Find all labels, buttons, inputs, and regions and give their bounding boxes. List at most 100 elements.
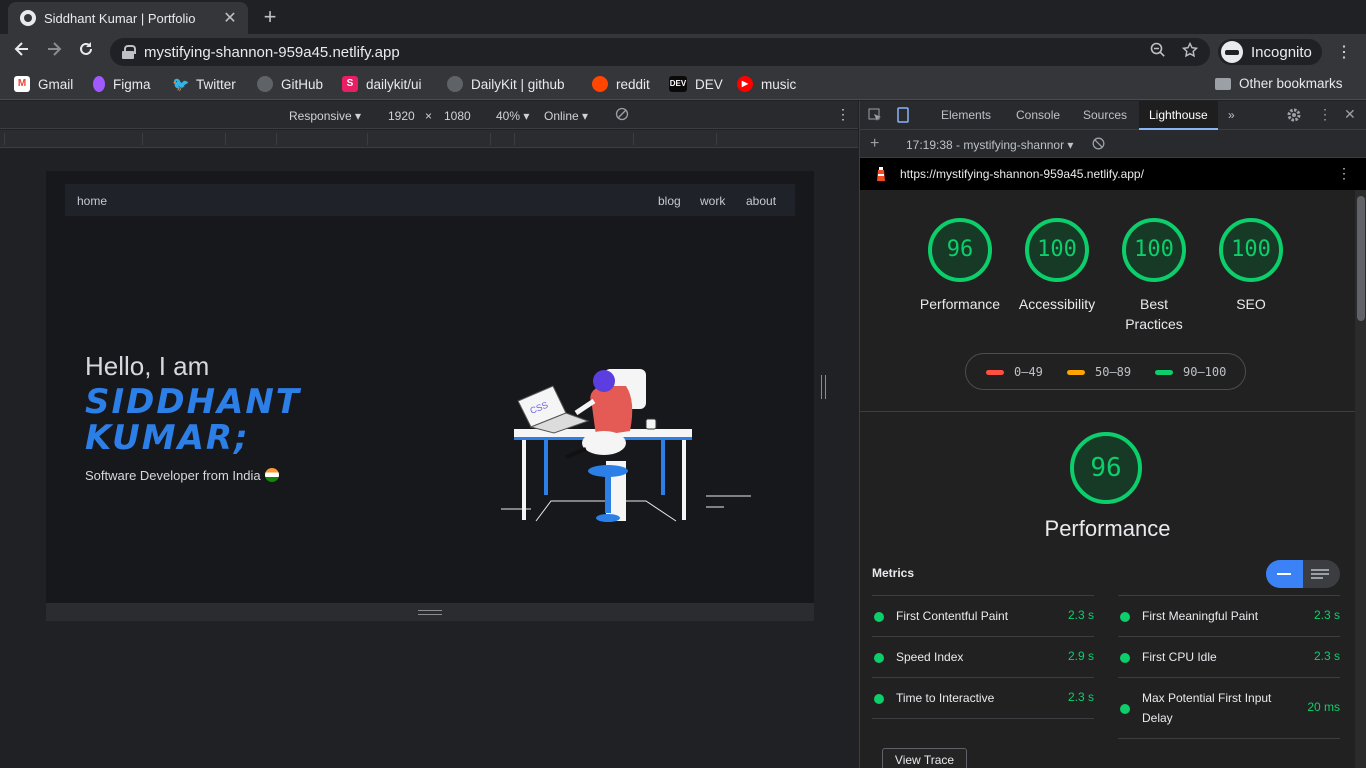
developer-illustration: CSS — [501, 369, 751, 522]
lock-icon[interactable] — [122, 45, 136, 59]
bookmarks-bar: M Gmail Figma 🐦 Twitter GitHub Sdailykit/u… — [0, 70, 1366, 100]
browser-toolbar: mystifying-shannon-959a45.netlify.app In… — [0, 34, 1366, 70]
device-toolbar-more-icon[interactable]: ⋮ — [836, 106, 850, 123]
height-resize-handle[interactable] — [418, 610, 442, 615]
legend-fail-range: 0–49 — [1014, 365, 1043, 379]
media-query-ruler[interactable] — [0, 130, 858, 148]
legend-average-range: 50–89 — [1095, 365, 1132, 379]
pass-dot-icon — [874, 653, 884, 663]
bookmark-dailykit-github[interactable]: DailyKit | github — [447, 76, 565, 92]
devtools-tab-bar: Elements Console Sources Lighthouse » ⋮ … — [860, 101, 1366, 130]
viewport-height-input[interactable]: 1080 — [444, 109, 471, 123]
browser-menu-icon[interactable]: ⋮ — [1336, 42, 1352, 62]
hero-greeting: Hello, I am — [85, 351, 210, 381]
back-icon[interactable] — [10, 40, 34, 64]
score-gauge: 96 — [928, 218, 992, 282]
score-best-practices[interactable]: 100 Best Practices — [1099, 218, 1209, 334]
bookmark-figma[interactable]: Figma — [93, 76, 151, 92]
legend-fail-swatch — [986, 370, 1004, 375]
report-select[interactable]: 17:19:38 - mystifying-shannor ▾ — [906, 138, 1073, 152]
bookmark-reddit[interactable]: reddit — [592, 76, 650, 92]
tab-lighthouse[interactable]: Lighthouse — [1139, 101, 1218, 130]
lighthouse-logo-icon — [874, 166, 888, 185]
nav-home-link[interactable]: home — [77, 194, 107, 208]
bookmark-star-icon[interactable] — [1181, 41, 1199, 62]
folder-icon — [1215, 77, 1231, 90]
bookmark-dailykit-ui[interactable]: Sdailykit/ui — [342, 76, 422, 92]
report-menu-icon[interactable]: ⋮ — [1337, 165, 1351, 182]
browser-tab[interactable]: Siddhant Kumar | Portfolio ✕ — [8, 2, 248, 34]
report-url[interactable]: https://mystifying-shannon-959a45.netlif… — [900, 167, 1144, 181]
dailykit-icon: S — [342, 76, 358, 92]
tab-sources[interactable]: Sources — [1073, 101, 1137, 130]
scrollbar-thumb[interactable] — [1357, 196, 1365, 321]
nav-about-link[interactable]: about — [746, 194, 776, 208]
metrics-view-toggle[interactable] — [1266, 560, 1340, 588]
portfolio-page: home blog work about Hello, I am SIDDHAN… — [46, 171, 814, 603]
score-label: Best Practices — [1125, 296, 1183, 332]
metric-first-meaningful-paint: First Meaningful Paint 2.3 s — [1118, 595, 1340, 636]
clear-reports-icon[interactable] — [1092, 137, 1105, 153]
pass-dot-icon — [1120, 704, 1130, 714]
pass-dot-icon — [1120, 653, 1130, 663]
forward-icon[interactable] — [42, 40, 66, 64]
score-label: Performance — [919, 296, 1001, 312]
more-tabs-icon[interactable]: » — [1218, 101, 1245, 130]
tab-title: Siddhant Kumar | Portfolio — [44, 10, 196, 26]
nav-work-link[interactable]: work — [700, 194, 725, 208]
tab-elements[interactable]: Elements — [931, 101, 1001, 130]
settings-gear-icon[interactable] — [1286, 107, 1302, 126]
score-accessibility[interactable]: 100 Accessibility — [1002, 218, 1112, 314]
close-tab-icon[interactable]: ✕ — [222, 8, 238, 28]
metric-max-potential-fid: Max Potential First Input Delay 20 ms — [1118, 677, 1340, 739]
network-throttle-select[interactable]: Online ▾ — [544, 109, 588, 123]
bookmark-twitter[interactable]: 🐦 Twitter — [172, 76, 236, 92]
score-gauge: 100 — [1025, 218, 1089, 282]
bookmark-music[interactable]: ▶ music — [737, 76, 796, 92]
report-url-bar: https://mystifying-shannon-959a45.netlif… — [860, 158, 1366, 190]
hero-subtitle: Software Developer from India — [85, 468, 279, 483]
score-label: SEO — [1236, 296, 1266, 312]
hero-name: SIDDHANT KUMAR; — [85, 384, 301, 456]
section-divider — [860, 411, 1355, 412]
metric-time-to-interactive: Time to Interactive 2.3 s — [872, 677, 1094, 719]
metric-first-cpu-idle: First CPU Idle 2.3 s — [1118, 636, 1340, 677]
tab-console[interactable]: Console — [1006, 101, 1070, 130]
device-mode-select[interactable]: Responsive ▾ — [289, 109, 361, 123]
device-toggle-icon[interactable] — [896, 107, 910, 126]
view-trace-button[interactable]: View Trace — [882, 748, 967, 768]
device-toolbar: Responsive ▾ 1920 × 1080 40% ▾ Online ▾ … — [0, 101, 858, 129]
close-devtools-icon[interactable]: ✕ — [1344, 106, 1356, 123]
score-legend: 0–49 50–89 90–100 — [965, 353, 1246, 390]
pass-dot-icon — [1120, 612, 1130, 622]
inspect-element-icon[interactable] — [868, 108, 882, 125]
viewport-width-input[interactable]: 1920 — [388, 109, 415, 123]
zoom-select[interactable]: 40% ▾ — [496, 109, 529, 123]
new-tab-button[interactable]: + — [258, 5, 282, 29]
gmail-icon: M — [14, 76, 30, 92]
zoom-icon[interactable] — [1150, 42, 1166, 62]
metrics-heading: Metrics — [872, 566, 915, 580]
incognito-label: Incognito — [1251, 43, 1312, 61]
legend-average-swatch — [1067, 370, 1085, 375]
github-icon — [257, 76, 273, 92]
devtools-menu-icon[interactable]: ⋮ — [1318, 106, 1332, 123]
bookmark-github[interactable]: GitHub — [257, 76, 323, 92]
report-scrollbar[interactable] — [1355, 190, 1366, 768]
incognito-badge[interactable]: Incognito — [1218, 39, 1322, 65]
reload-icon[interactable] — [74, 40, 98, 64]
bookmark-gmail[interactable]: M Gmail — [14, 76, 73, 92]
performance-gauge: 96 — [1070, 432, 1142, 504]
score-seo[interactable]: 100 SEO — [1196, 218, 1306, 314]
score-label: Accessibility — [1018, 296, 1096, 312]
nav-blog-link[interactable]: blog — [658, 194, 681, 208]
bookmark-dev[interactable]: DEV DEV — [669, 76, 723, 92]
other-bookmarks[interactable]: Other bookmarks — [1215, 76, 1343, 91]
address-bar[interactable]: mystifying-shannon-959a45.netlify.app — [110, 38, 1210, 66]
width-resize-handle[interactable] — [821, 375, 826, 399]
score-performance[interactable]: 96 Performance — [905, 218, 1015, 314]
rotate-icon[interactable] — [615, 107, 629, 124]
url-text[interactable]: mystifying-shannon-959a45.netlify.app — [144, 44, 1134, 61]
new-report-icon[interactable]: + — [870, 135, 879, 153]
tab-strip: Siddhant Kumar | Portfolio ✕ + — [0, 0, 1366, 34]
